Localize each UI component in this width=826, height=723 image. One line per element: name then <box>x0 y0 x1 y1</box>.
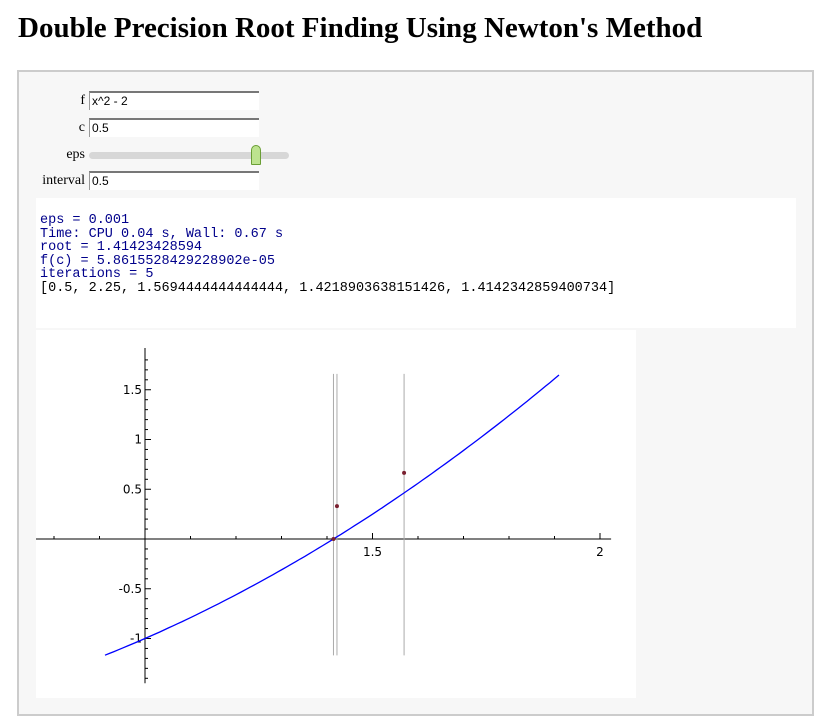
function-curve <box>104 374 560 656</box>
c-label: c <box>78 119 85 135</box>
y-tick-label: -0.5 <box>119 582 142 596</box>
iteration-point <box>402 470 407 475</box>
output-line: f(c) = 5.8615528429228902e-05 <box>40 253 275 269</box>
interval-row: interval 0.5 <box>19 171 259 190</box>
y-tick-label: -1 <box>130 632 142 646</box>
c-input[interactable]: 0.5 <box>89 118 259 137</box>
eps-slider[interactable] <box>89 144 289 165</box>
output-list: [0.5, 2.25, 1.5694444444444444, 1.421890… <box>40 280 616 296</box>
f-row: f x^2 - 2 <box>19 91 259 110</box>
page-title: Double Precision Root Finding Using Newt… <box>18 12 703 44</box>
f-input[interactable]: x^2 - 2 <box>89 91 259 110</box>
slider-thumb[interactable] <box>251 144 261 165</box>
plot-svg: 1.5 2 -1 -0.5 0.5 1 1.5 <box>23 347 612 684</box>
output-line: Time: CPU 0.04 s, Wall: 0.67 s <box>40 226 284 242</box>
eps-label: eps <box>66 147 85 162</box>
interact-cell: f x^2 - 2 c 0.5 eps interval 0.5 eps = 0… <box>17 70 814 716</box>
output-text: eps = 0.001 Time: CPU 0.04 s, Wall: 0.67 … <box>36 198 796 328</box>
x-tick-label: 2 <box>596 545 604 559</box>
output-line: iterations = 5 <box>40 267 154 282</box>
plot: 1.5 2 -1 -0.5 0.5 1 1.5 <box>23 330 636 698</box>
interval-label: interval <box>42 172 85 188</box>
output-line: root = 1.41423428594 <box>40 240 203 255</box>
iteration-point <box>334 504 339 509</box>
output-line: eps = 0.001 <box>40 213 130 228</box>
interval-input[interactable]: 0.5 <box>89 171 259 190</box>
x-tick-label: 1.5 <box>363 545 382 559</box>
y-tick-label: 0.5 <box>123 482 142 496</box>
iteration-point <box>331 537 336 541</box>
y-tick-label: 1 <box>134 433 142 447</box>
y-tick-label: 1.5 <box>123 383 142 397</box>
c-row: c 0.5 <box>19 118 259 137</box>
eps-row: eps <box>19 144 289 165</box>
f-label: f <box>80 92 85 108</box>
